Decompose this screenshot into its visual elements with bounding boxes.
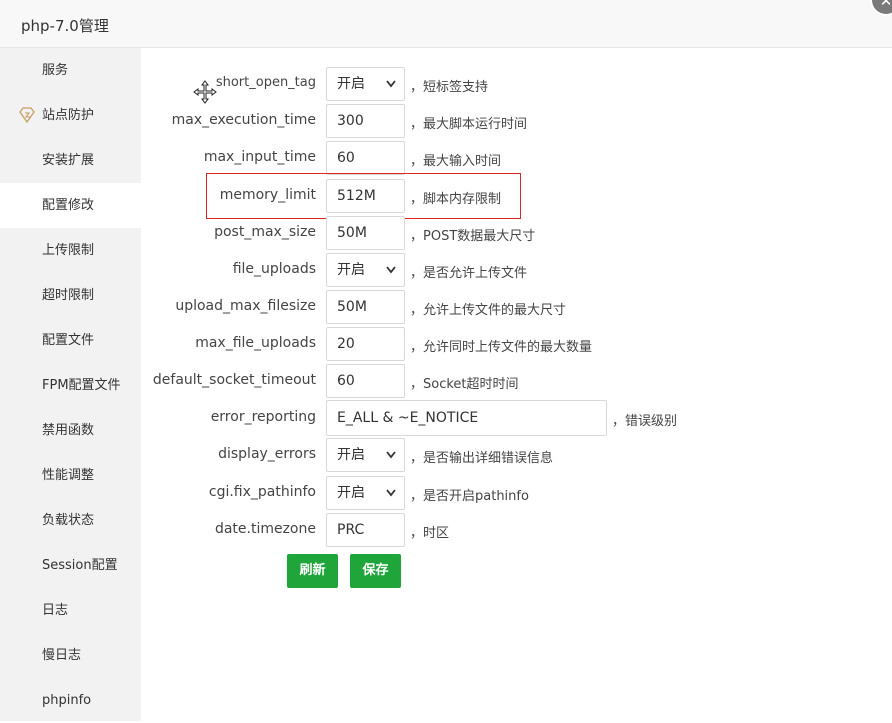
sidebar-item-log[interactable]: 日志: [0, 588, 141, 633]
date-timezone-input[interactable]: PRC: [326, 513, 405, 547]
short-open-tag-select[interactable]: 开启: [326, 67, 405, 101]
title-bar: php-7.0管理: [0, 0, 892, 48]
move-cursor-icon: [193, 80, 217, 104]
max-file-uploads-input[interactable]: 20: [326, 327, 405, 361]
sidebar-item-service[interactable]: 服务: [0, 48, 141, 93]
sidebar: 服务 站点防护 安装扩展 配置修改 上传限制 超时限制 配置文件 FPM配置文件…: [0, 48, 141, 721]
setting-description: ，错误级别: [612, 414, 678, 429]
refresh-button[interactable]: 刷新: [287, 554, 338, 588]
sidebar-item-label: 超时限制: [42, 288, 95, 303]
sidebar-item-label: FPM配置文件: [42, 378, 121, 393]
input-value: 60: [337, 150, 355, 166]
shield-diamond-icon: [19, 107, 35, 123]
input-value: 20: [337, 336, 355, 352]
setting-description: ，允许同时上传文件的最大数量: [410, 340, 593, 355]
input-value: PRC: [337, 522, 365, 538]
select-value: 开启: [337, 447, 365, 463]
sidebar-item-label: 慢日志: [42, 648, 82, 663]
sidebar-item-config-modify[interactable]: 配置修改: [0, 183, 141, 228]
input-value: 300: [337, 113, 364, 129]
select-value: 开启: [337, 262, 365, 278]
input-value: 50M: [337, 225, 367, 241]
memory-limit-input[interactable]: 512M: [326, 179, 405, 213]
setting-label: display_errors: [218, 446, 316, 462]
error-reporting-input[interactable]: E_ALL & ~E_NOTICE: [326, 400, 607, 436]
chevron-down-icon: [386, 451, 396, 459]
setting-description: ，时区: [410, 526, 450, 541]
window-title: php-7.0管理: [21, 17, 109, 35]
input-value: 50M: [337, 299, 367, 315]
sidebar-item-timeout-limit[interactable]: 超时限制: [0, 273, 141, 318]
file-uploads-select[interactable]: 开启: [326, 253, 405, 287]
input-value: 60: [337, 373, 355, 389]
max-execution-time-input[interactable]: 300: [326, 104, 405, 138]
setting-description: ，是否允许上传文件: [410, 266, 528, 281]
setting-label: memory_limit: [219, 187, 316, 203]
display-errors-select[interactable]: 开启: [326, 438, 405, 472]
sidebar-item-label: 负载状态: [42, 513, 95, 528]
select-value: 开启: [337, 485, 365, 501]
sidebar-item-label: 服务: [42, 63, 69, 78]
sidebar-item-phpinfo[interactable]: phpinfo: [0, 678, 141, 723]
setting-description: ，允许上传文件的最大尺寸: [410, 303, 567, 318]
select-value: 开启: [337, 76, 365, 92]
sidebar-item-session-config[interactable]: Session配置: [0, 543, 141, 588]
setting-description: ，Socket超时时间: [410, 377, 519, 392]
sidebar-item-label: 安装扩展: [42, 153, 95, 168]
input-value: 512M: [337, 188, 376, 204]
setting-description: ，最大脚本运行时间: [410, 117, 528, 132]
setting-label: default_socket_timeout: [152, 372, 316, 388]
setting-label: file_uploads: [232, 261, 316, 277]
setting-label: upload_max_filesize: [175, 298, 316, 314]
sidebar-item-fpm-config[interactable]: FPM配置文件: [0, 363, 141, 408]
save-button[interactable]: 保存: [350, 554, 401, 588]
setting-label: max_execution_time: [171, 112, 316, 128]
setting-label: date.timezone: [214, 521, 316, 537]
sidebar-item-label: 日志: [42, 603, 69, 618]
sidebar-item-upload-limit[interactable]: 上传限制: [0, 228, 141, 273]
chevron-down-icon: [386, 266, 396, 274]
setting-description: ，是否开启pathinfo: [410, 489, 529, 504]
chevron-down-icon: [386, 80, 396, 88]
sidebar-item-slow-log[interactable]: 慢日志: [0, 633, 141, 678]
sidebar-item-performance[interactable]: 性能调整: [0, 453, 141, 498]
input-value: E_ALL & ~E_NOTICE: [337, 410, 479, 426]
setting-description: ，POST数据最大尺寸: [410, 229, 536, 244]
setting-label: cgi.fix_pathinfo: [208, 484, 316, 500]
setting-description: ，短标签支持: [410, 80, 489, 95]
sidebar-item-site-protection[interactable]: 站点防护: [0, 93, 141, 138]
sidebar-item-label: Session配置: [42, 558, 118, 573]
setting-label: max_input_time: [203, 149, 316, 165]
sidebar-item-label: 站点防护: [42, 108, 95, 123]
upload-max-filesize-input[interactable]: 50M: [326, 290, 405, 324]
sidebar-item-label: phpinfo: [42, 693, 92, 708]
sidebar-item-config-file[interactable]: 配置文件: [0, 318, 141, 363]
setting-label: error_reporting: [210, 409, 316, 425]
setting-label: post_max_size: [214, 224, 316, 240]
sidebar-item-label: 配置文件: [42, 333, 95, 348]
sidebar-item-label: 禁用函数: [42, 423, 95, 438]
chevron-down-icon: [386, 489, 396, 497]
sidebar-item-label: 性能调整: [42, 468, 95, 483]
sidebar-item-disabled-functions[interactable]: 禁用函数: [0, 408, 141, 453]
setting-description: ，脚本内存限制: [410, 192, 502, 207]
default-socket-timeout-input[interactable]: 60: [326, 364, 405, 398]
cgi-fix-pathinfo-select[interactable]: 开启: [326, 476, 405, 510]
sidebar-item-load-status[interactable]: 负载状态: [0, 498, 141, 543]
sidebar-item-label: 上传限制: [42, 243, 95, 258]
setting-label: max_file_uploads: [195, 335, 316, 351]
setting-label: short_open_tag: [215, 75, 316, 90]
setting-description: ，是否输出详细错误信息: [410, 451, 554, 466]
max-input-time-input[interactable]: 60: [326, 141, 405, 175]
post-max-size-input[interactable]: 50M: [326, 216, 405, 250]
sidebar-item-install-extension[interactable]: 安装扩展: [0, 138, 141, 183]
sidebar-item-label: 配置修改: [42, 198, 95, 213]
setting-description: ，最大输入时间: [410, 154, 502, 169]
